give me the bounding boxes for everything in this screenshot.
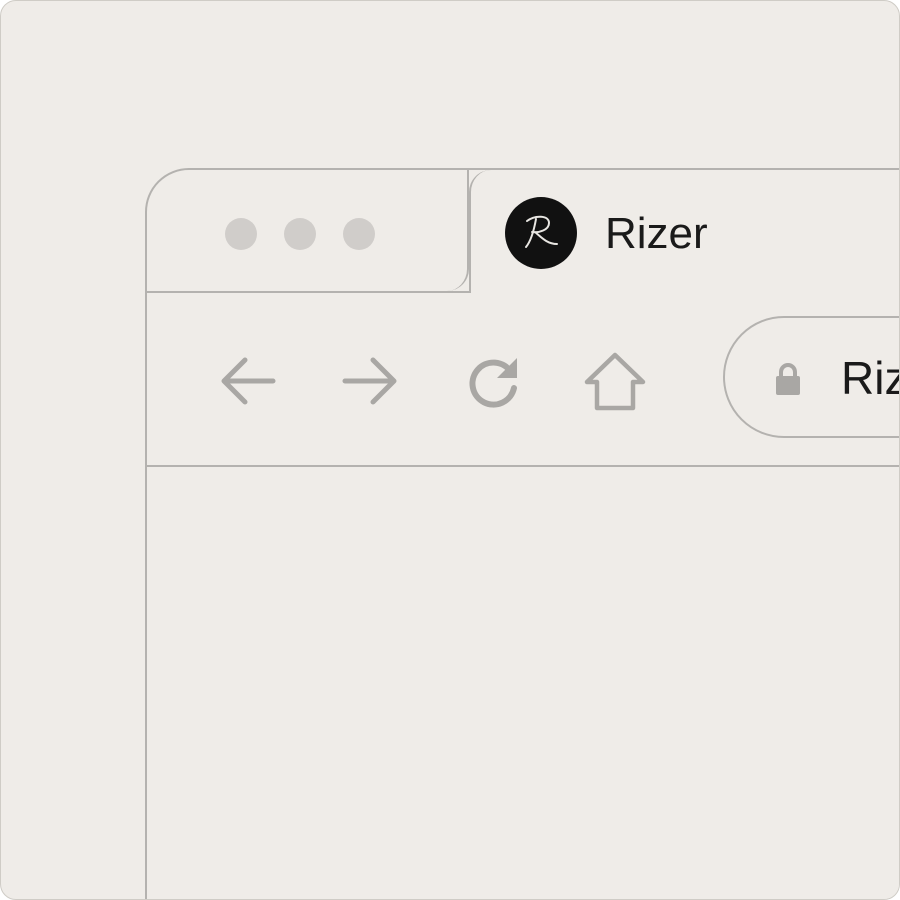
window-control-dot[interactable] — [284, 218, 316, 250]
window-control-dot[interactable] — [225, 218, 257, 250]
tab-separator — [443, 170, 469, 291]
reload-icon[interactable] — [458, 346, 528, 416]
back-arrow-icon[interactable] — [213, 346, 283, 416]
tab-strip: Rizer — [147, 170, 899, 293]
favicon-icon — [505, 197, 577, 269]
window-control-dot[interactable] — [343, 218, 375, 250]
address-bar[interactable]: Rizer — [723, 316, 899, 438]
home-icon[interactable] — [580, 346, 650, 416]
browser-illustration-card: Rizer Ri — [0, 0, 900, 900]
url-text: Rizer — [841, 352, 899, 404]
browser-toolbar: Rizer — [147, 291, 899, 467]
tab-title: Rizer — [605, 209, 708, 258]
forward-arrow-icon[interactable] — [335, 346, 405, 416]
lock-icon — [773, 362, 803, 401]
active-tab[interactable]: Rizer — [469, 170, 899, 293]
browser-window: Rizer Ri — [145, 168, 899, 899]
page-content-area — [147, 467, 899, 899]
window-controls — [225, 218, 375, 250]
